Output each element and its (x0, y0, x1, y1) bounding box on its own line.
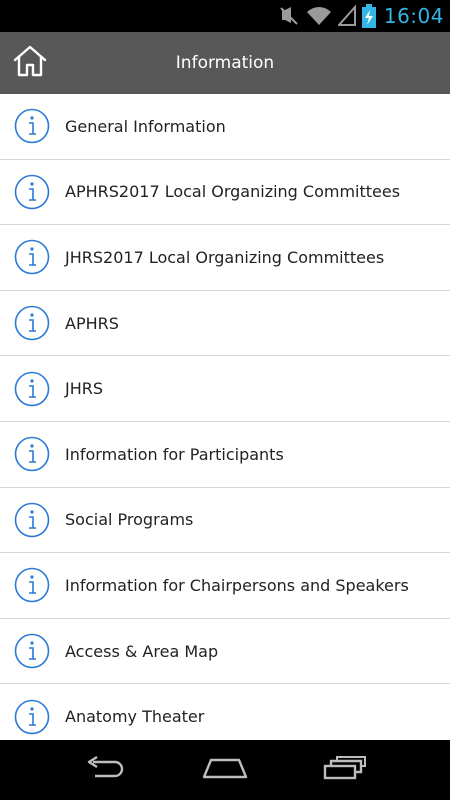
info-icon (14, 436, 50, 472)
list-item-label: Anatomy Theater (65, 707, 205, 727)
list-item-label: APHRS (65, 313, 119, 333)
list-item-label: Information for Chairpersons and Speaker… (65, 575, 409, 595)
list-item-label: Social Programs (65, 510, 194, 530)
action-bar: Information (0, 32, 450, 94)
mute-icon (278, 5, 300, 27)
list-item-label: APHRS2017 Local Organizing Committees (65, 182, 401, 202)
list-item[interactable]: Information for Chairpersons and Speaker… (0, 553, 450, 619)
list-item[interactable]: JHRS (0, 356, 450, 422)
home-icon (201, 756, 249, 784)
nav-home-button[interactable] (195, 750, 255, 790)
list-item[interactable]: APHRS2017 Local Organizing Committees (0, 159, 450, 226)
info-icon (14, 108, 50, 144)
battery-charging-icon (361, 4, 376, 28)
info-icon (14, 502, 50, 538)
list-item[interactable]: General Information (0, 94, 450, 160)
info-icon (14, 174, 50, 210)
page-title: Information (175, 53, 275, 73)
info-icon (14, 371, 50, 407)
list-item[interactable]: Information for Participants (0, 421, 450, 488)
status-bar: 16:04 (0, 0, 450, 32)
wifi-icon (306, 5, 332, 27)
list-item-label: Access & Area Map (65, 641, 219, 661)
home-button[interactable] (0, 32, 60, 94)
list-item[interactable]: JHRS2017 Local Organizing Committees (0, 225, 450, 291)
list-item-label: JHRS (65, 379, 104, 399)
list-item[interactable]: Anatomy Theater (0, 684, 450, 740)
navigation-bar (0, 740, 450, 800)
info-icon (14, 699, 50, 735)
back-button[interactable] (75, 750, 135, 790)
list-item[interactable]: Access & Area Map (0, 618, 450, 685)
list-item[interactable]: Social Programs (0, 487, 450, 554)
recent-apps-icon (323, 756, 367, 784)
home-icon (13, 45, 47, 81)
back-icon (83, 755, 127, 784)
information-list: General Information APHRS2017 Local Orga… (0, 94, 450, 740)
list-item-label: General Information (65, 116, 226, 136)
signal-icon (337, 5, 356, 27)
info-icon (14, 633, 50, 669)
info-icon (14, 305, 50, 341)
list-item[interactable]: APHRS (0, 290, 450, 357)
status-clock: 16:04 (383, 4, 444, 28)
list-item-label: Information for Participants (65, 444, 284, 464)
info-icon (14, 239, 50, 275)
recent-apps-button[interactable] (315, 750, 375, 790)
info-icon (14, 567, 50, 603)
list-item-label: JHRS2017 Local Organizing Committees (65, 247, 385, 267)
